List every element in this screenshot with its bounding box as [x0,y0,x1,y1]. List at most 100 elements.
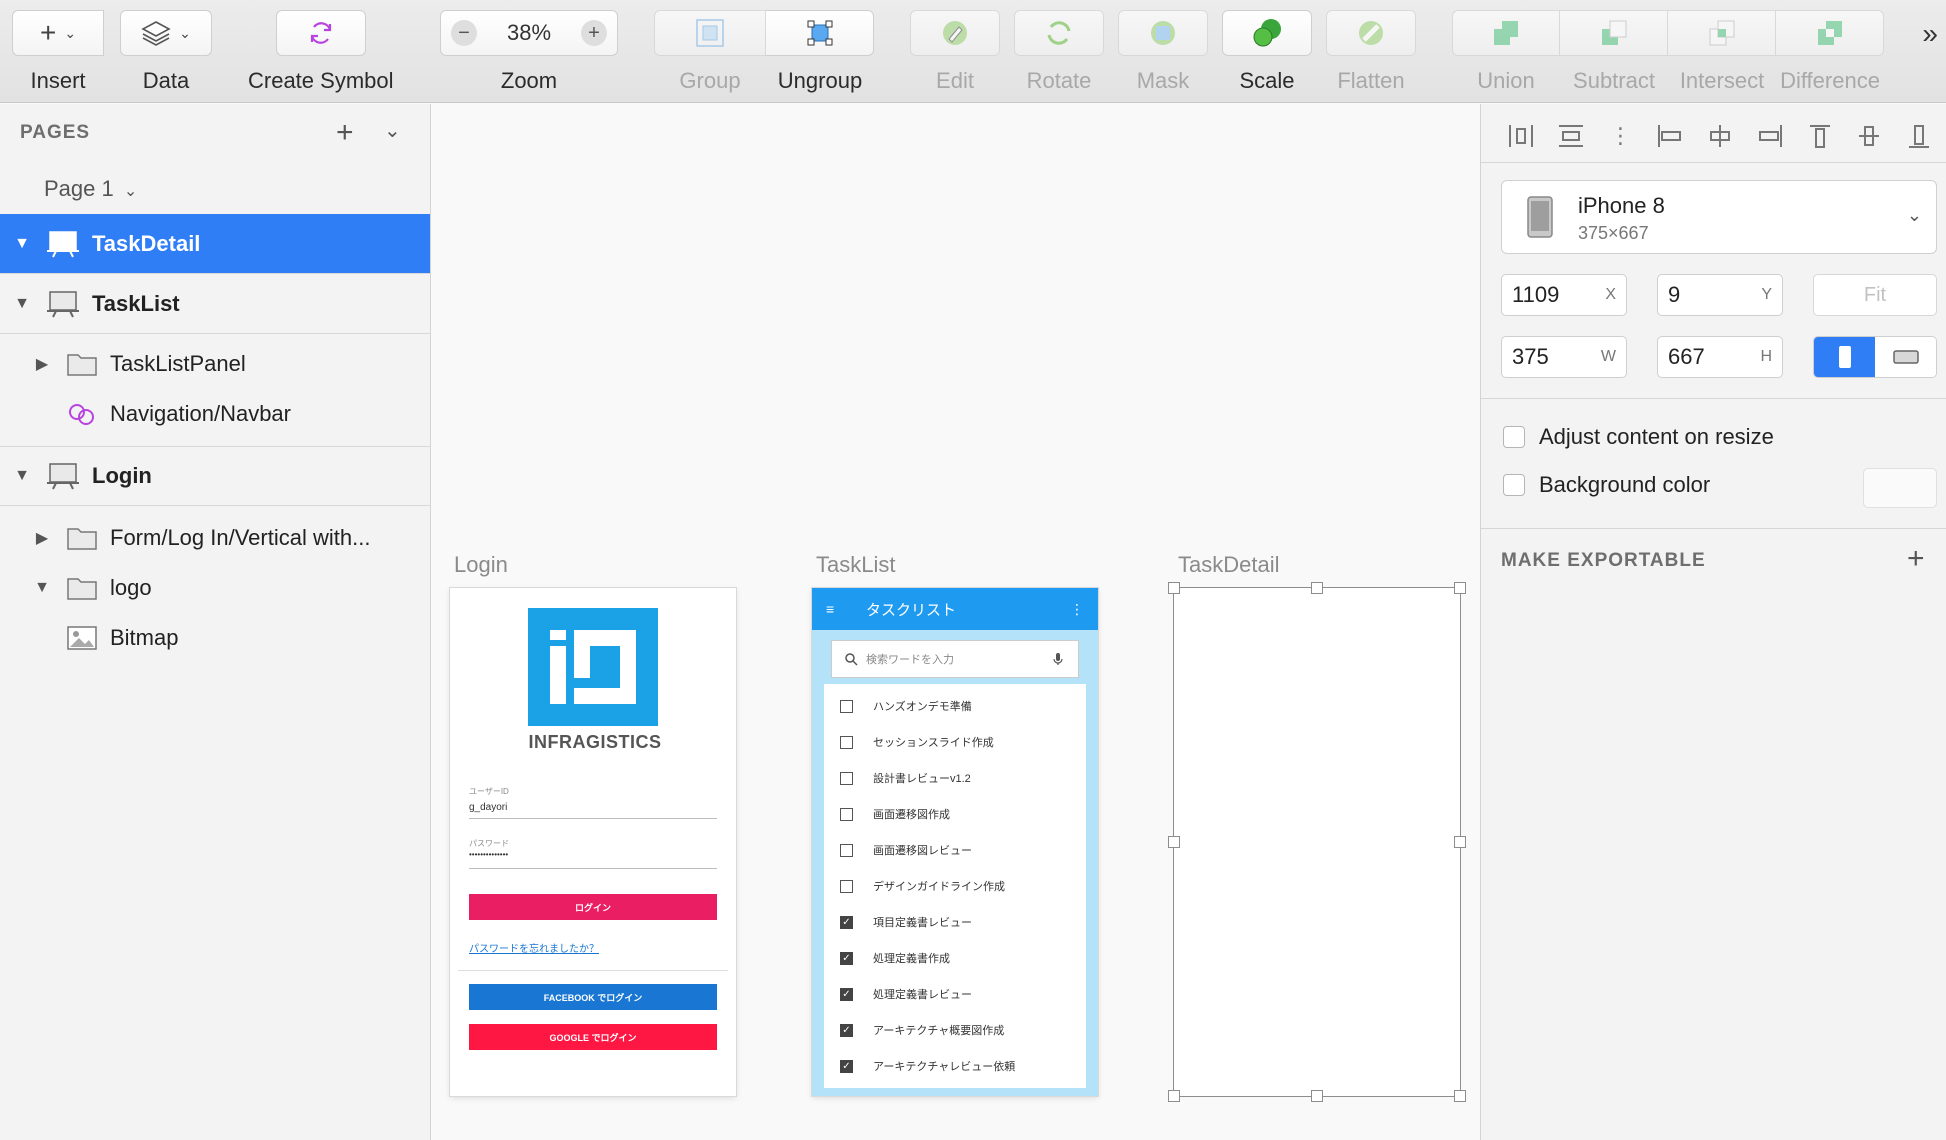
ungroup-label: Ungroup [777,68,863,93]
resize-handle[interactable] [1454,836,1466,848]
layer-navigation-navbar[interactable]: Navigation/Navbar [0,384,430,444]
union-button[interactable] [1452,10,1560,56]
resize-handle[interactable] [1168,1090,1180,1102]
ungroup-button[interactable] [766,10,874,56]
collapse-pages-icon[interactable]: ⌄ [384,118,401,143]
login-button: ログイン [469,894,717,920]
zoom-in-button[interactable]: + [580,20,607,46]
group-button[interactable] [654,10,766,56]
zoom-value[interactable]: 38% [507,20,551,46]
subtract-button[interactable] [1560,10,1668,56]
ungroup-tool[interactable]: Ungroup [766,10,874,94]
mask-button[interactable] [1118,10,1208,56]
align-left-icon[interactable] [1654,120,1686,152]
rotate-tool[interactable]: Rotate [1014,10,1104,94]
disclosure-triangle-icon[interactable]: ▼ [32,579,52,597]
edit-tool[interactable]: Edit [910,10,1000,94]
create-symbol-button[interactable] [275,10,366,56]
portrait-button[interactable] [1814,337,1875,377]
scale-label: Scale [1239,68,1295,93]
group-tool[interactable]: Group [654,10,766,94]
union-tool[interactable]: Union [1452,10,1560,94]
width-field[interactable]: 375 W [1501,336,1627,378]
disclosure-triangle-icon[interactable]: ▶ [32,354,52,374]
y-field[interactable]: 9 Y [1657,274,1783,316]
scale-tool[interactable]: Scale [1222,10,1312,94]
zoom-out-button[interactable]: − [451,20,477,46]
artboard-taskdetail[interactable] [1174,588,1460,1096]
artboard-title-login[interactable]: Login [454,552,508,578]
layer-login[interactable]: ▼ Login [0,446,430,506]
disclosure-triangle-icon[interactable]: ▼ [12,295,32,313]
device-preset-select[interactable]: iPhone 8 375×667 ⌄ [1501,180,1937,254]
microphone-icon [1053,653,1063,665]
toolbar-overflow-icon[interactable]: » [1922,18,1938,50]
field-underline [469,868,717,869]
unchecked-checkbox-icon [840,879,853,893]
layer-bitmap[interactable]: Bitmap [0,608,430,668]
insert-tool[interactable]: + ⌄ Insert [12,10,104,94]
task-list-item: ✓ 処理定義書作成 [824,940,1086,976]
layer-tasklist[interactable]: ▼ TaskList [0,274,430,334]
difference-button[interactable] [1776,10,1884,56]
artboard-title-taskdetail[interactable]: TaskDetail [1178,552,1279,578]
background-color-label: Background color [1539,472,1711,497]
canvas[interactable]: Login TaskList TaskDetail INFRAGISTICS ユ… [432,104,1480,1140]
data-tool[interactable]: ⌄ Data [120,10,212,94]
artboard-title-tasklist[interactable]: TaskList [816,552,895,578]
artboard-login[interactable]: INFRAGISTICS ユーザーID g_dayori パスワード •••••… [450,588,736,1096]
add-page-icon[interactable]: + [336,116,354,150]
background-color-swatch[interactable] [1863,468,1937,508]
resize-handle[interactable] [1311,582,1323,594]
disclosure-triangle-icon[interactable]: ▶ [32,528,52,548]
resize-handle[interactable] [1311,1090,1323,1102]
add-export-icon[interactable]: + [1907,542,1925,576]
x-value: 1109 [1512,282,1560,307]
distribute-vertical-icon[interactable] [1555,120,1587,152]
flatten-tool[interactable]: Flatten [1326,10,1416,94]
artboard-tasklist[interactable]: ≡ タスクリスト ⋮ 検索ワードを入力 ハンズオンデモ準備 セッションスライド作成… [812,588,1098,1096]
intersect-tool[interactable]: Intersect [1668,10,1776,94]
mask-tool[interactable]: Mask [1118,10,1208,94]
forgot-password-link: パスワードを忘れましたか？ [469,944,599,955]
more-options-icon[interactable]: ⋮ [1605,120,1637,152]
resize-handle[interactable] [1454,582,1466,594]
scale-icon [1253,19,1281,47]
flatten-button[interactable] [1326,10,1416,56]
disclosure-triangle-icon[interactable]: ▼ [12,235,32,253]
data-button[interactable]: ⌄ [120,10,212,56]
subtract-tool[interactable]: Subtract [1560,10,1668,94]
difference-tool[interactable]: Difference [1776,10,1884,94]
layer-taskdetail[interactable]: ▼ TaskDetail [0,214,430,274]
resize-handle[interactable] [1168,836,1180,848]
symbol-instance-icon [66,401,98,427]
adjust-content-option[interactable]: Adjust content on resize [1503,424,1774,450]
align-center-vertical-icon[interactable] [1853,120,1885,152]
intersect-button[interactable] [1668,10,1776,56]
resize-handle[interactable] [1168,582,1180,594]
checked-checkbox-icon: ✓ [840,987,853,1001]
height-field[interactable]: 667 H [1657,336,1783,378]
landscape-button[interactable] [1875,337,1936,377]
scale-button[interactable] [1222,10,1312,56]
x-field[interactable]: 1109 X [1501,274,1627,316]
rotate-button[interactable] [1014,10,1104,56]
unchecked-checkbox-icon [840,771,853,785]
align-center-horizontal-icon[interactable] [1704,120,1736,152]
distribute-horizontal-icon[interactable] [1505,120,1537,152]
insert-button[interactable]: + ⌄ [12,10,104,56]
align-top-icon[interactable] [1804,120,1836,152]
align-right-icon[interactable] [1754,120,1786,152]
background-color-option[interactable]: Background color [1503,472,1710,498]
fit-button[interactable]: Fit [1813,274,1937,316]
align-bottom-icon[interactable] [1903,120,1935,152]
adjust-content-checkbox[interactable] [1503,426,1525,448]
create-symbol-tool[interactable]: Create Symbol [248,10,394,94]
flatten-icon [1359,21,1383,45]
resize-handle[interactable] [1454,1090,1466,1102]
page-selector[interactable]: Page 1 ⌄ [44,176,137,202]
edit-button[interactable] [910,10,1000,56]
difference-icon [1817,21,1842,45]
background-color-checkbox[interactable] [1503,474,1525,496]
disclosure-triangle-icon[interactable]: ▼ [12,467,32,485]
